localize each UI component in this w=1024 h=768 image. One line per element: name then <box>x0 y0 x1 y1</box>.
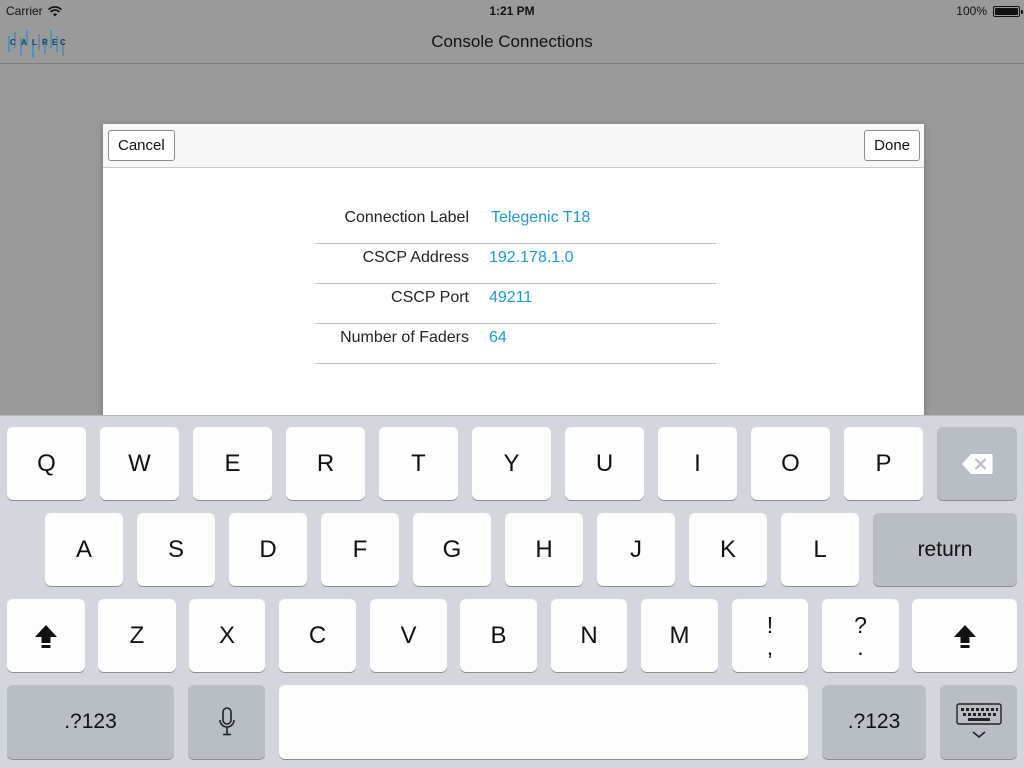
battery-percent: 100% <box>956 4 987 18</box>
backspace-icon <box>962 453 993 474</box>
battery-icon <box>993 5 1023 17</box>
key-e[interactable]: E <box>193 427 272 500</box>
key-a[interactable]: A <box>45 513 123 586</box>
key-z[interactable]: Z <box>98 599 176 672</box>
key-s[interactable]: S <box>137 513 215 586</box>
status-time: 1:21 PM <box>489 4 535 18</box>
field-label: CSCP Address <box>362 249 469 266</box>
key-top-char: ? <box>854 611 867 638</box>
form-row-number-of-faders: Number of Faders 64 <box>315 324 716 364</box>
nav-title: Console Connections <box>431 32 593 51</box>
key-x[interactable]: X <box>189 599 265 672</box>
connection-label-field[interactable]: Telegenic T18 <box>491 209 590 227</box>
battery-group: 100% <box>956 4 1023 18</box>
key-bottom-char: , <box>766 633 774 660</box>
shift-icon <box>953 624 976 648</box>
onscreen-keyboard: Q W E R T Y U I O P A S D F G H J K L re… <box>0 415 1024 768</box>
field-label: Number of Faders <box>340 329 469 346</box>
key-k[interactable]: K <box>689 513 767 586</box>
key-w[interactable]: W <box>100 427 179 500</box>
modal-toolbar: Cancel Done <box>103 124 924 168</box>
delete-key[interactable] <box>937 427 1017 500</box>
space-bar[interactable] <box>279 685 808 759</box>
key-exclamation-comma[interactable]: ! , <box>732 599 808 672</box>
status-bar: Carrier 1:21 PM 100% <box>0 0 1024 20</box>
key-g[interactable]: G <box>413 513 491 586</box>
key-question-period[interactable]: ? . <box>822 599 899 672</box>
connection-edit-modal: Cancel Done Connection Label Telegenic T… <box>103 124 924 424</box>
right-shift-key[interactable] <box>912 599 1017 672</box>
key-d[interactable]: D <box>229 513 307 586</box>
key-p[interactable]: P <box>844 427 923 500</box>
key-n[interactable]: N <box>551 599 627 672</box>
form-row-cscp-address: CSCP Address 192.178.1.0 <box>315 244 716 284</box>
key-q[interactable]: Q <box>7 427 86 500</box>
key-l[interactable]: L <box>781 513 859 586</box>
key-bottom-char: . <box>857 633 864 660</box>
dictation-key[interactable] <box>188 685 265 759</box>
key-c[interactable]: C <box>279 599 356 672</box>
key-b[interactable]: B <box>460 599 537 672</box>
form-row-connection-label: Connection Label Telegenic T18 <box>315 204 716 244</box>
key-top-char: ! <box>766 611 774 638</box>
field-label: Connection Label <box>344 209 469 226</box>
key-r[interactable]: R <box>286 427 365 500</box>
key-j[interactable]: J <box>597 513 675 586</box>
key-o[interactable]: O <box>751 427 830 500</box>
key-f[interactable]: F <box>321 513 399 586</box>
navigation-bar: CAL REC Console Connections <box>0 20 1024 64</box>
connection-form: Connection Label Telegenic T18 CSCP Addr… <box>315 204 716 364</box>
key-t[interactable]: T <box>379 427 458 500</box>
key-v[interactable]: V <box>370 599 447 672</box>
cancel-button[interactable]: Cancel <box>108 130 175 161</box>
key-y[interactable]: Y <box>472 427 551 500</box>
return-key[interactable]: return <box>873 513 1017 586</box>
key-h[interactable]: H <box>505 513 583 586</box>
key-m[interactable]: M <box>641 599 718 672</box>
form-row-cscp-port: CSCP Port 49211 <box>315 284 716 324</box>
number-of-faders-field[interactable]: 64 <box>489 329 507 347</box>
keyboard-hide-icon <box>955 703 1002 739</box>
microphone-icon <box>218 707 235 736</box>
key-i[interactable]: I <box>658 427 737 500</box>
numbers-key-left[interactable]: .?123 <box>7 685 174 759</box>
cscp-port-field[interactable]: 49211 <box>489 289 532 307</box>
hide-keyboard-key[interactable] <box>940 685 1017 759</box>
key-u[interactable]: U <box>565 427 644 500</box>
field-label: CSCP Port <box>391 289 469 306</box>
cscp-address-field[interactable]: 192.178.1.0 <box>489 249 574 267</box>
done-button[interactable]: Done <box>864 130 920 161</box>
numbers-key-right[interactable]: .?123 <box>822 685 926 759</box>
shift-icon <box>35 624 57 648</box>
left-shift-key[interactable] <box>7 599 85 672</box>
